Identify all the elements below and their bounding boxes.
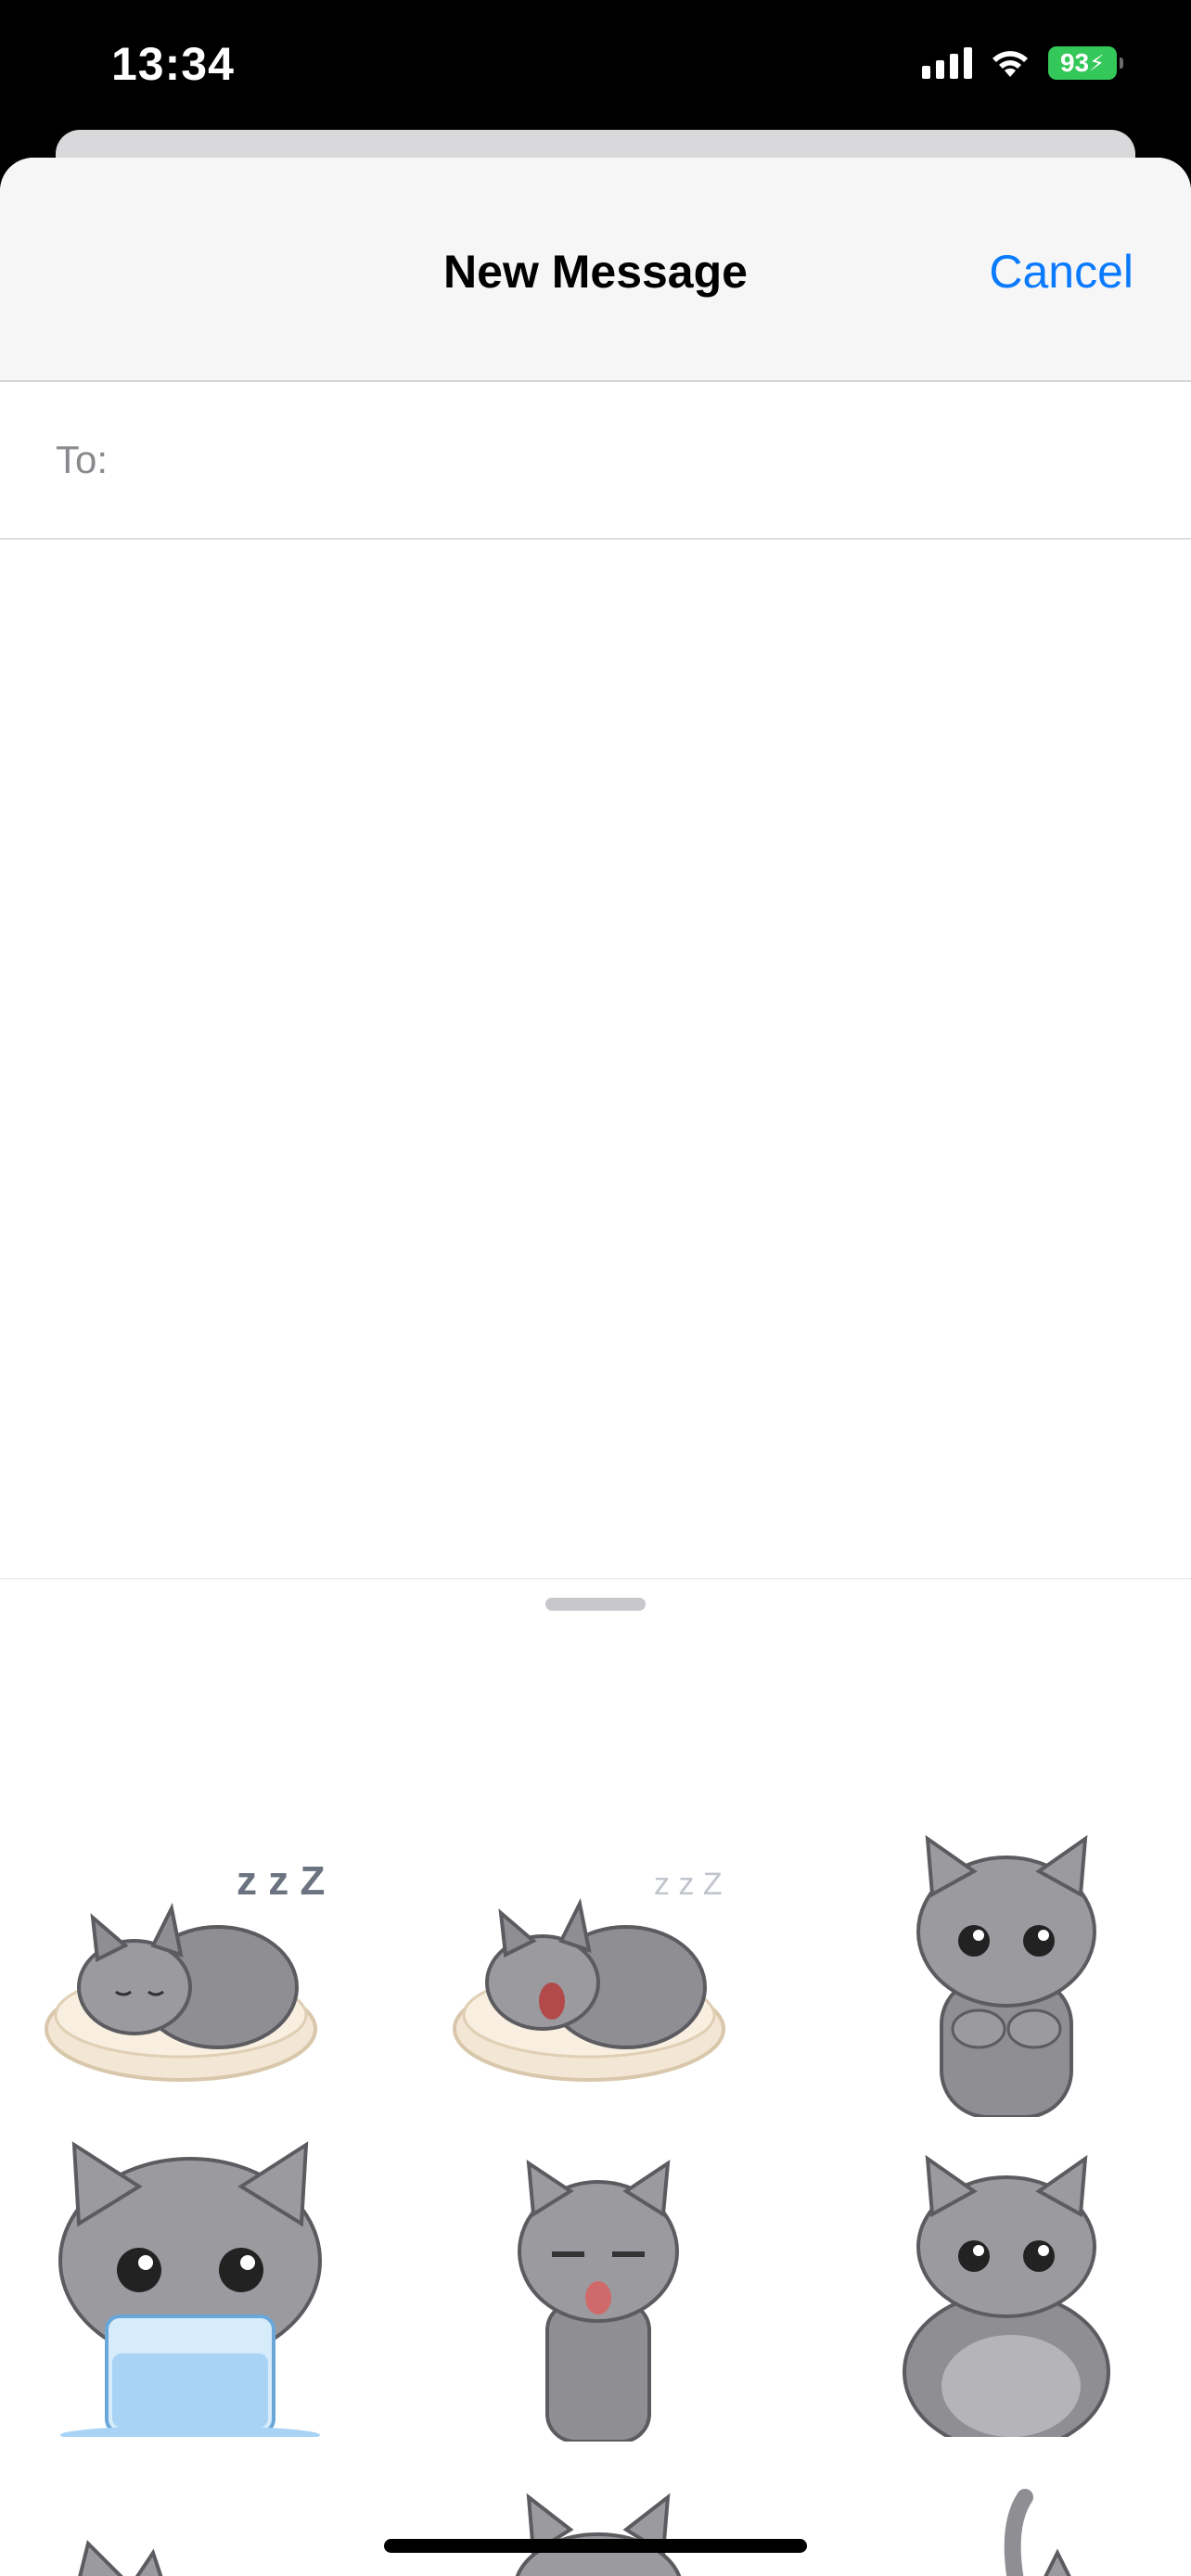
- battery-level: 93: [1059, 48, 1090, 77]
- bolt-icon: ⚡: [1089, 50, 1105, 76]
- sleeping-cat-sticker[interactable]: z z Z: [42, 1830, 339, 2126]
- cellular-signal-icon: [922, 47, 972, 79]
- tired-cat-sticker[interactable]: [450, 2145, 747, 2442]
- to-label: To:: [56, 438, 109, 481]
- drawer-grabber[interactable]: [545, 1598, 646, 1611]
- status-icons: 93 ⚡: [922, 46, 1123, 80]
- partial-cat-sticker-left[interactable]: [42, 2488, 339, 2576]
- yawning-cat-sticker[interactable]: z z Z: [450, 1830, 747, 2126]
- status-bar: 13:34 93 ⚡: [0, 0, 1191, 139]
- cancel-button[interactable]: Cancel: [989, 245, 1133, 299]
- partial-cat-sticker-center[interactable]: [450, 2488, 747, 2576]
- recipient-row[interactable]: To:: [0, 382, 1191, 540]
- cat-belly-sticker[interactable]: [858, 2140, 1155, 2437]
- home-indicator[interactable]: [384, 2539, 807, 2553]
- cat-water-glass-sticker[interactable]: [42, 2140, 339, 2437]
- standing-cat-sticker[interactable]: [858, 1820, 1155, 2117]
- partial-cat-sticker-right[interactable]: [858, 2488, 1155, 2576]
- svg-text:z z Z: z z Z: [654, 1867, 723, 1902]
- sticker-drawer: z z Z z z Z: [0, 1578, 1191, 2576]
- status-time: 13:34: [111, 38, 235, 90]
- battery-charging-icon: 93 ⚡: [1048, 46, 1123, 80]
- wifi-icon: [989, 47, 1031, 79]
- recipient-input[interactable]: [121, 423, 1191, 497]
- sheet-header: New Message Cancel: [0, 158, 1191, 382]
- svg-text:z z Z: z z Z: [237, 1858, 325, 1904]
